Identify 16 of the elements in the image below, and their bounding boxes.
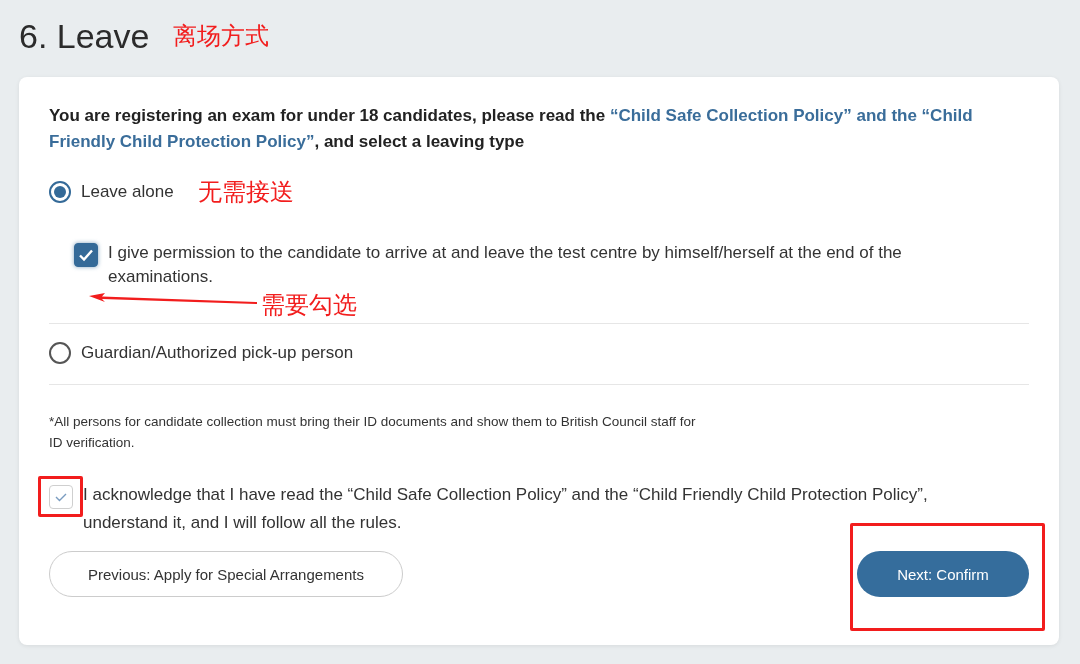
permission-text: I give permission to the candidate to arrive at and leave the test centre by himself/herself at the end of the examinations.	[108, 242, 903, 288]
acknowledge-text: I acknowledge that I have read the “Child Safe Collection Policy” and the “Child Friendly Child Protection Policy”, understand it, and I will follow all the rules.	[83, 484, 929, 534]
radio-button[interactable]	[49, 181, 71, 203]
page-title: 6. Leave	[19, 16, 150, 56]
check-icon	[78, 247, 94, 263]
annotation-text: 离场方式	[173, 21, 270, 52]
next-button[interactable]: Next: Confirm	[857, 551, 1029, 597]
note-text: *All persons for candidate collection must bring their ID documents and show them to British Council staff for ID verification.	[49, 413, 697, 452]
annotation-text: 无需接送	[197, 177, 294, 208]
radio-button[interactable]	[49, 342, 71, 364]
option-label[interactable]: Guardian/Authorized pick-up person	[81, 343, 354, 363]
checkbox[interactable]	[74, 243, 98, 267]
intro-text: You are registering an exam for under 18 candidates, please read the “Child Safe Collection Policy” and the “Child Friendly Child Protection Policy”, and select a leaving type	[49, 105, 974, 153]
previous-button[interactable]: Previous: Apply for Special Arrangements	[49, 551, 403, 597]
annotation-text: 需要勾选	[261, 291, 357, 319]
option-label[interactable]: Leave alone	[81, 182, 174, 202]
